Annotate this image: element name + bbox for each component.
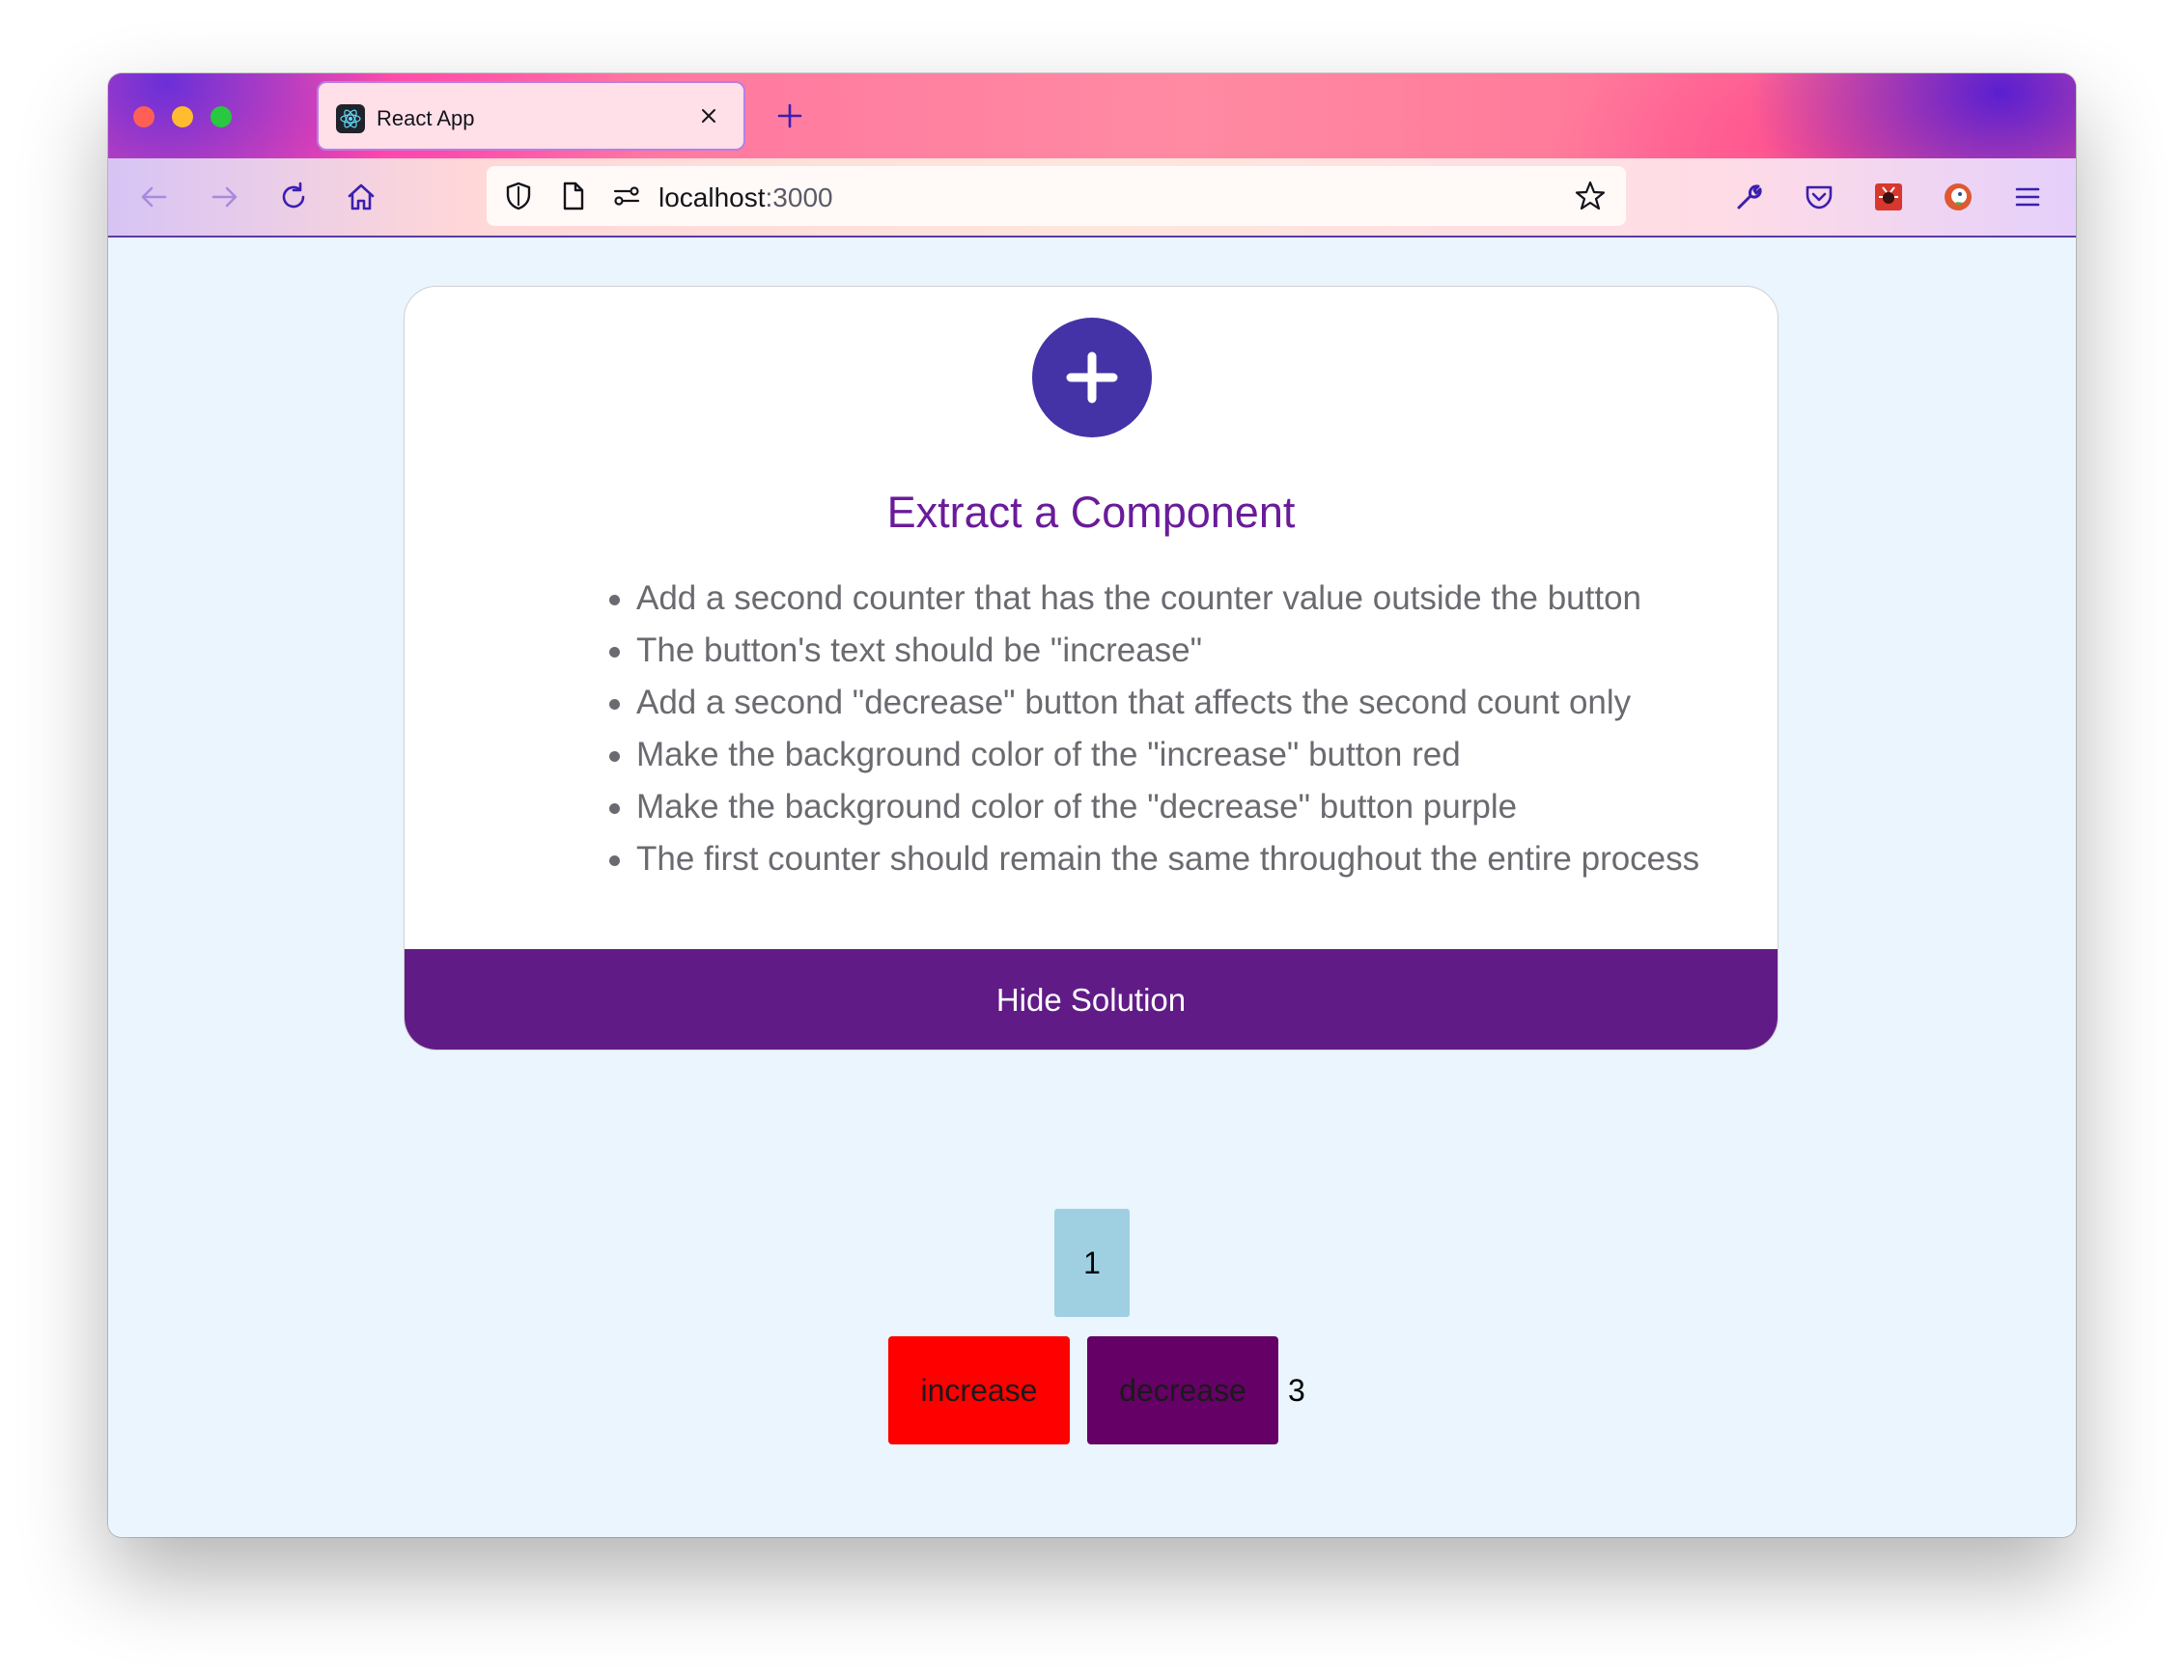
pocket-icon[interactable] xyxy=(1800,178,1838,216)
minimize-window-button[interactable] xyxy=(172,106,193,127)
bookmark-star-icon[interactable] xyxy=(1572,178,1609,214)
url-port: :3000 xyxy=(765,182,833,212)
task-item: Add a second counter that has the counte… xyxy=(609,573,1776,625)
title-bar: React App xyxy=(108,73,2076,158)
maximize-window-button[interactable] xyxy=(210,106,232,127)
new-tab-icon[interactable] xyxy=(772,98,807,133)
close-window-button[interactable] xyxy=(133,106,154,127)
first-counter-button[interactable]: 1 xyxy=(1054,1209,1130,1317)
increase-button[interactable]: increase xyxy=(888,1336,1070,1444)
reload-icon[interactable] xyxy=(274,178,313,216)
address-bar[interactable]: localhost:3000 xyxy=(487,166,1626,226)
task-item: Add a second "decrease" button that affe… xyxy=(609,677,1776,729)
permissions-icon[interactable] xyxy=(608,178,645,214)
page-content: Extract a Component Add a second counter… xyxy=(108,239,2076,1537)
task-item: The first counter should remain the same… xyxy=(609,833,1776,885)
task-list: Add a second counter that has the counte… xyxy=(609,573,1776,885)
forward-arrow-icon[interactable] xyxy=(205,178,243,216)
task-item: The button's text should be "increase" xyxy=(609,625,1776,677)
task-item: Make the background color of the "decrea… xyxy=(609,781,1776,833)
navigation-toolbar: localhost:3000 xyxy=(108,158,2076,238)
card-title: Extract a Component xyxy=(886,488,1296,537)
page-icon[interactable] xyxy=(554,178,591,214)
tab-react-app[interactable]: React App xyxy=(317,81,745,151)
tab-title: React App xyxy=(377,106,475,130)
home-icon[interactable] xyxy=(342,178,380,216)
challenge-card: Extract a Component Add a second counter… xyxy=(404,286,1778,1050)
close-tab-icon[interactable] xyxy=(693,100,724,131)
browser-window: React App localhost:3000 Extract a Compo… xyxy=(108,73,2076,1537)
second-counter-value: 3 xyxy=(1288,1373,1305,1408)
plus-icon xyxy=(1032,318,1152,437)
react-logo-icon xyxy=(336,104,365,133)
extension-icon[interactable] xyxy=(1869,178,1908,216)
url-text[interactable]: localhost:3000 xyxy=(658,182,833,213)
back-arrow-icon[interactable] xyxy=(135,178,174,216)
wrench-icon[interactable] xyxy=(1730,178,1769,216)
url-host: localhost xyxy=(658,182,766,212)
duckduckgo-icon[interactable] xyxy=(1939,178,1977,216)
decrease-button[interactable]: decrease xyxy=(1087,1336,1278,1444)
hide-solution-button[interactable]: Hide Solution xyxy=(405,949,1778,1050)
menu-icon[interactable] xyxy=(2008,178,2047,216)
shield-icon[interactable] xyxy=(500,178,537,214)
task-item: Make the background color of the "increa… xyxy=(609,729,1776,781)
